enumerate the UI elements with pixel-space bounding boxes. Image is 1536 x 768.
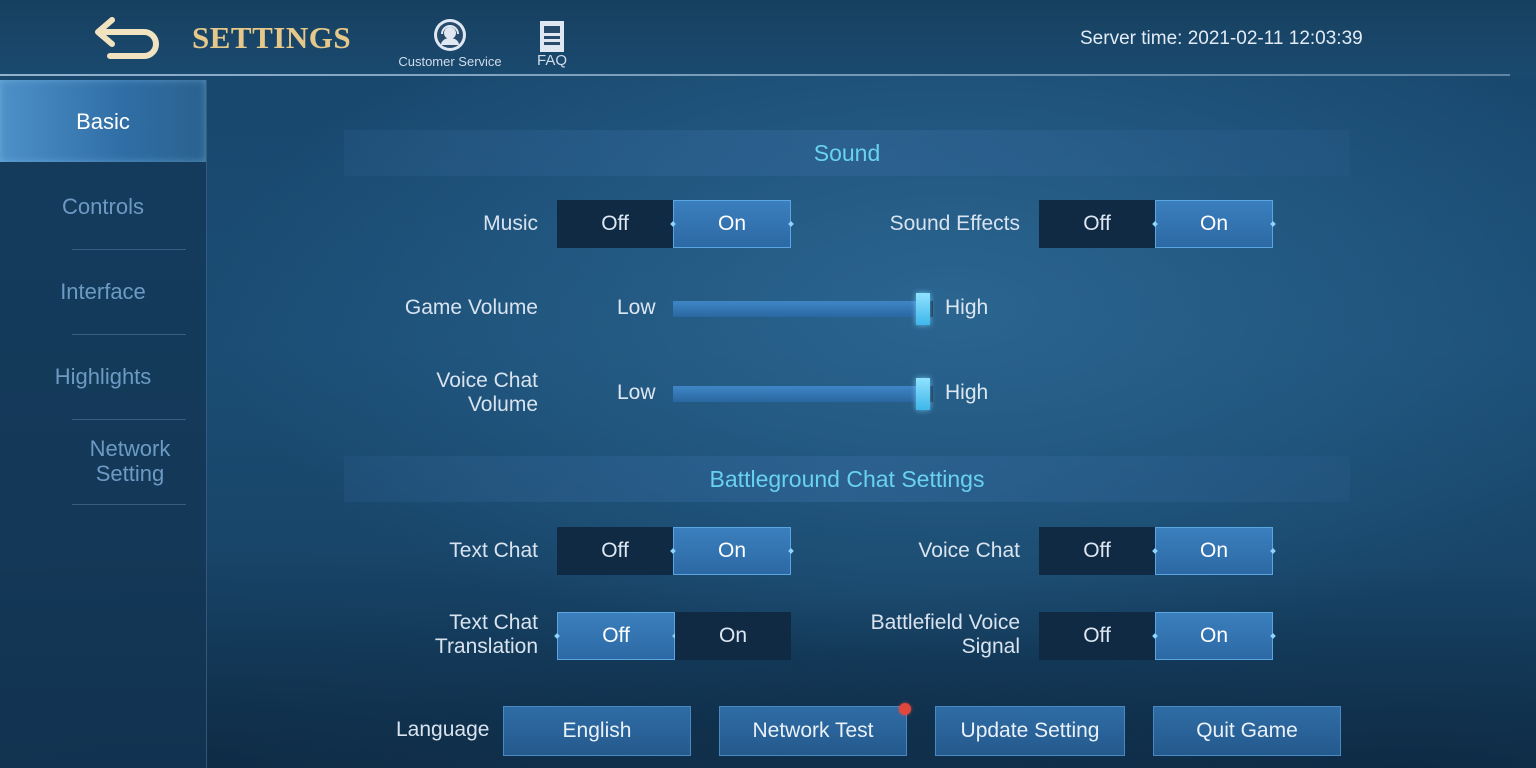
voice-chat-volume-slider: Low High xyxy=(617,373,1017,413)
voice-chat-off-option[interactable]: Off xyxy=(1039,527,1155,575)
voice-chat-volume-high-label: High xyxy=(945,381,989,404)
game-volume-slider: Low High xyxy=(617,288,1017,328)
faq-label: FAQ xyxy=(536,52,567,69)
top-bar: SETTINGS Customer Service FAQ Server tim… xyxy=(0,0,1536,76)
battlefield-voice-signal-off-option[interactable]: Off xyxy=(1039,612,1155,660)
server-time: Server time: 2021-02-11 12:03:39 xyxy=(1080,28,1363,49)
music-on-option[interactable]: On xyxy=(673,200,791,248)
voice-chat-label: Voice Chat xyxy=(918,539,1020,562)
sound-effects-on-option[interactable]: On xyxy=(1155,200,1273,248)
game-volume-label: Game Volume xyxy=(404,296,538,319)
headset-icon xyxy=(434,19,466,51)
notification-dot xyxy=(899,703,911,715)
update-setting-button[interactable]: Update Setting xyxy=(935,706,1125,756)
game-volume-handle[interactable] xyxy=(915,293,930,325)
music-toggle[interactable]: Off On xyxy=(557,200,791,248)
text-chat-translation-on-option[interactable]: On xyxy=(675,612,791,660)
sidebar-divider xyxy=(72,504,186,505)
sound-effects-toggle[interactable]: Off On xyxy=(1039,200,1273,248)
voice-chat-volume-handle[interactable] xyxy=(915,378,930,410)
back-arrow-icon xyxy=(95,17,159,59)
battlefield-voice-signal-label: Battlefield Voice Signal xyxy=(870,611,1020,658)
text-chat-label: Text Chat xyxy=(449,539,538,562)
customer-service-button[interactable]: Customer Service xyxy=(390,18,510,74)
sidebar: Basic Controls Interface Highlights Netw… xyxy=(0,80,207,768)
battleground-chat-section-header: Battleground Chat Settings xyxy=(344,456,1350,502)
text-chat-off-option[interactable]: Off xyxy=(557,527,673,575)
back-button[interactable] xyxy=(88,16,164,60)
battlefield-voice-signal-on-option[interactable]: On xyxy=(1155,612,1273,660)
voice-chat-volume-track[interactable] xyxy=(673,378,933,410)
sidebar-item-basic[interactable]: Basic xyxy=(0,80,206,162)
game-volume-high-label: High xyxy=(945,296,989,319)
voice-chat-volume-label: Voice Chat Volume xyxy=(436,369,538,416)
sidebar-item-network-setting[interactable]: Network Setting xyxy=(65,419,195,503)
music-off-option[interactable]: Off xyxy=(557,200,673,248)
document-icon xyxy=(540,21,564,52)
header-divider xyxy=(0,74,1510,76)
text-chat-translation-toggle[interactable]: Off On xyxy=(557,612,791,660)
voice-chat-on-option[interactable]: On xyxy=(1155,527,1273,575)
music-label: Music xyxy=(483,212,538,235)
language-label: Language xyxy=(396,718,490,741)
language-select-button[interactable]: English xyxy=(503,706,691,756)
text-chat-translation-off-option[interactable]: Off xyxy=(557,612,675,660)
sound-section-header: Sound xyxy=(344,130,1350,176)
voice-chat-volume-low-label: Low xyxy=(617,381,656,404)
text-chat-toggle[interactable]: Off On xyxy=(557,527,791,575)
network-test-button[interactable]: Network Test xyxy=(719,706,907,756)
game-volume-fill xyxy=(673,301,923,317)
text-chat-on-option[interactable]: On xyxy=(673,527,791,575)
sound-effects-label: Sound Effects xyxy=(889,212,1020,235)
sound-effects-off-option[interactable]: Off xyxy=(1039,200,1155,248)
voice-chat-toggle[interactable]: Off On xyxy=(1039,527,1273,575)
quit-game-button[interactable]: Quit Game xyxy=(1153,706,1341,756)
text-chat-translation-label: Text Chat Translation xyxy=(434,611,538,658)
sidebar-item-highlights[interactable]: Highlights xyxy=(0,334,206,418)
page-title: SETTINGS xyxy=(192,20,352,55)
voice-chat-volume-fill xyxy=(673,386,923,402)
customer-service-label: Customer Service xyxy=(398,54,502,69)
sidebar-item-controls[interactable]: Controls xyxy=(0,164,206,248)
game-volume-low-label: Low xyxy=(617,296,656,319)
battlefield-voice-signal-toggle[interactable]: Off On xyxy=(1039,612,1273,660)
faq-button[interactable]: FAQ xyxy=(530,20,574,74)
sidebar-item-interface[interactable]: Interface xyxy=(0,249,206,333)
game-volume-track[interactable] xyxy=(673,293,933,325)
